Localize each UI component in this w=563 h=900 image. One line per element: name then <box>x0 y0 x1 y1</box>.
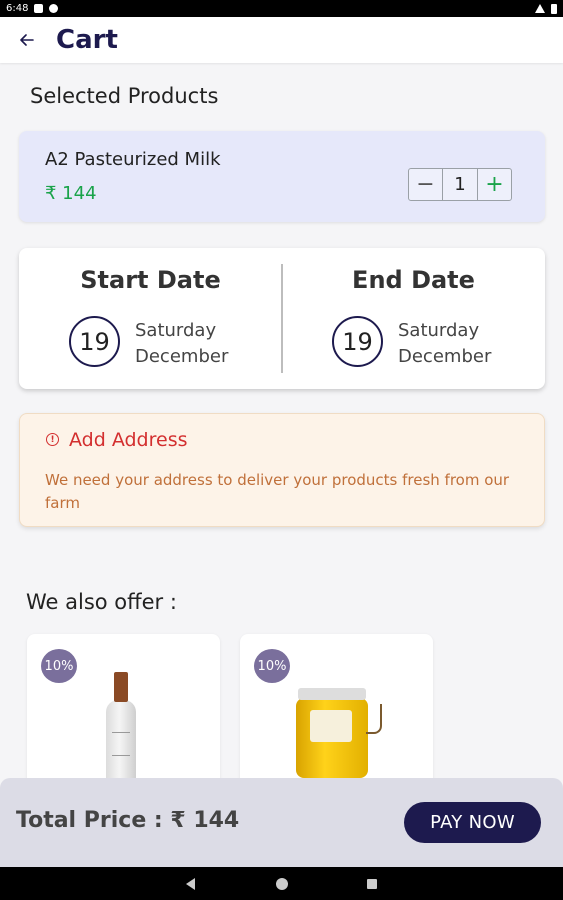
discount-badge: 10% <box>254 649 290 683</box>
dates-card: Start Date 19 Saturday December End Date… <box>19 248 545 389</box>
end-date-label: End Date <box>352 266 475 294</box>
total-price: Total Price : ₹ 144 <box>16 808 240 833</box>
sync-icon <box>49 4 59 13</box>
total-bar: Total Price : ₹ 144 PAY NOW <box>0 778 563 867</box>
product-card: A2 Pasteurized Milk ₹ 144 − 1 + <box>19 131 545 222</box>
start-date-day: 19 <box>69 316 120 367</box>
status-bar: 6:48 <box>0 0 563 17</box>
discount-badge: 10% <box>41 649 77 683</box>
arrow-left-icon <box>20 34 34 46</box>
pay-now-button[interactable]: PAY NOW <box>404 802 541 843</box>
end-date-month: December <box>398 346 492 367</box>
back-button[interactable] <box>14 27 40 53</box>
nav-back-icon[interactable] <box>186 878 195 890</box>
product-price: ₹ 144 <box>45 183 97 204</box>
start-date-text: Saturday December <box>135 318 228 370</box>
info-icon: ! <box>46 433 59 446</box>
quantity-stepper: − 1 + <box>408 168 512 201</box>
end-date-weekday: Saturday <box>398 320 480 341</box>
notification-icon <box>34 4 44 13</box>
add-address-link[interactable]: Add Address <box>69 429 188 451</box>
end-date-text: Saturday December <box>398 318 491 370</box>
increase-quantity-button[interactable]: + <box>477 169 511 200</box>
product-name: A2 Pasteurized Milk <box>45 149 221 170</box>
start-date-picker[interactable]: Start Date 19 Saturday December <box>19 248 282 389</box>
selected-products-heading: Selected Products <box>30 84 219 108</box>
start-date-weekday: Saturday <box>135 320 217 341</box>
nav-home-icon[interactable] <box>276 878 288 890</box>
offers-heading: We also offer : <box>26 590 177 614</box>
status-left: 6:48 <box>6 3 59 14</box>
nav-recents-icon[interactable] <box>367 879 377 889</box>
app-header: Cart <box>0 17 563 63</box>
milk-bottle-image <box>106 672 136 810</box>
start-date-month: December <box>135 346 229 367</box>
quantity-value: 1 <box>454 174 466 195</box>
end-date-picker[interactable]: End Date 19 Saturday December <box>282 248 545 389</box>
decrease-quantity-button[interactable]: − <box>409 169 443 200</box>
address-card[interactable]: ! Add Address We need your address to de… <box>19 413 545 527</box>
wifi-icon <box>535 4 545 13</box>
battery-icon <box>551 3 557 14</box>
page-title: Cart <box>56 25 118 55</box>
address-description: We need your address to deliver your pro… <box>45 471 510 512</box>
status-right <box>535 3 557 14</box>
system-nav-bar <box>0 867 563 900</box>
start-date-label: Start Date <box>80 266 221 294</box>
end-date-day: 19 <box>332 316 383 367</box>
status-time: 6:48 <box>6 3 29 14</box>
ghee-jar-image <box>296 688 386 788</box>
